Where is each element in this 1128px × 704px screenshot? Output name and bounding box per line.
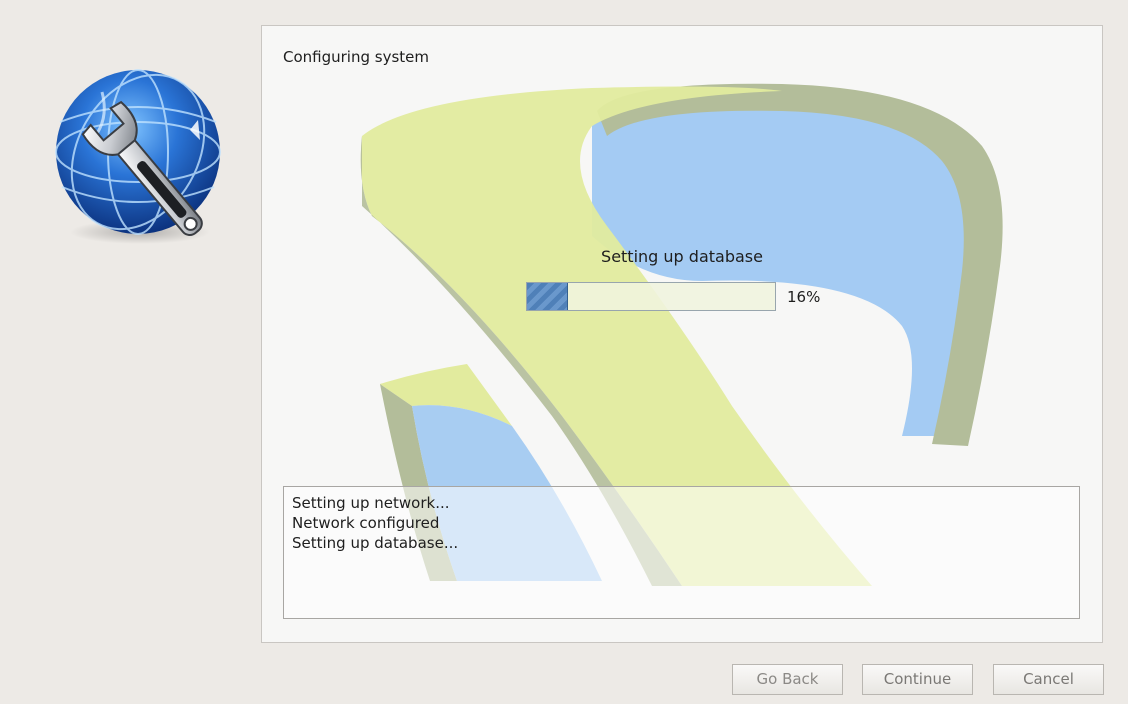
progress-percent: 16%	[787, 288, 821, 306]
progress-bar	[526, 282, 776, 311]
continue-button[interactable]: Continue	[862, 664, 973, 695]
log-output[interactable]: Setting up network... Network configured S…	[283, 486, 1080, 619]
cancel-button[interactable]: Cancel	[993, 664, 1104, 695]
globe-wrench-icon	[55, 69, 221, 244]
page-title: Configuring system	[283, 48, 429, 66]
log-line: Network configured	[292, 514, 440, 532]
progress-bar-fill	[527, 283, 568, 310]
log-line: Setting up network...	[292, 494, 450, 512]
installer-window: Configuring system Setting up database 1…	[0, 0, 1128, 704]
go-back-button[interactable]: Go Back	[732, 664, 843, 695]
content-panel: Configuring system Setting up database 1…	[261, 25, 1103, 643]
progress-label-text: Setting up database	[601, 247, 763, 266]
progress-label: Setting up database	[262, 247, 1102, 266]
log-line: Setting up database...	[292, 534, 459, 552]
